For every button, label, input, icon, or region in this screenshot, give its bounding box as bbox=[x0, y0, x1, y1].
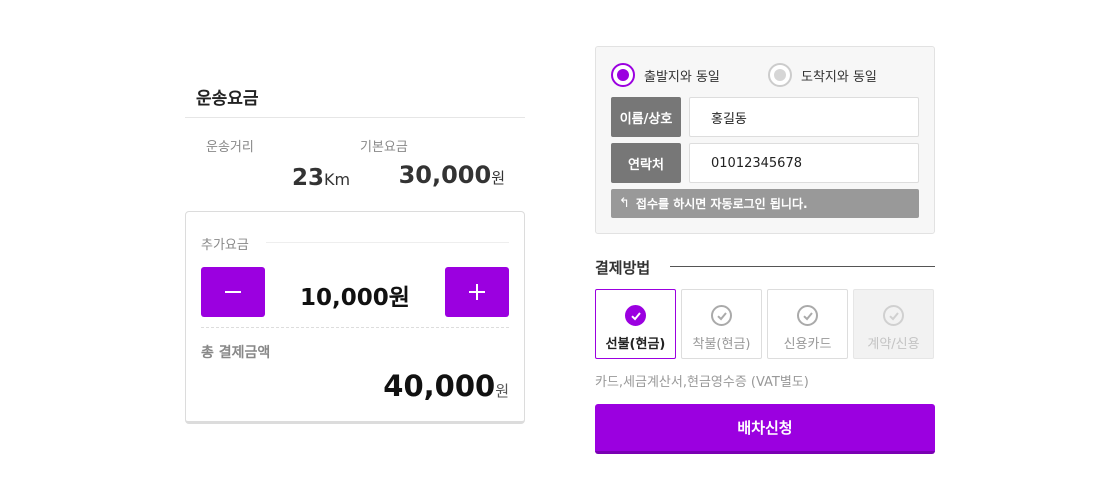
phone-input[interactable] bbox=[689, 143, 919, 183]
name-field-row: 이름/상호 bbox=[611, 97, 919, 137]
distance-value: 23Km bbox=[292, 165, 351, 191]
radio-same-destination[interactable]: 도착지와 동일 bbox=[768, 63, 877, 87]
total-label: 총 결제금액 bbox=[201, 345, 271, 361]
phone-label: 연락처 bbox=[611, 143, 681, 183]
radio-button-icon bbox=[611, 63, 635, 87]
notice-text: 접수를 하시면 자동로그인 됩니다. bbox=[635, 197, 808, 211]
radio-label: 도착지와 동일 bbox=[801, 69, 877, 85]
base-fare-value: 30,000원 bbox=[398, 161, 505, 189]
payment-option-label: 계약/신용 bbox=[867, 337, 920, 352]
fare-values: 23Km 30,000원 bbox=[185, 155, 525, 201]
dispatch-request-button[interactable]: 배차신청 bbox=[595, 404, 935, 454]
payment-options: 선불(현금) 착불(현금) 신용카드 계약/신용 bbox=[595, 289, 934, 359]
payment-option-label: 신용카드 bbox=[783, 337, 832, 352]
phone-field-row: 연락처 bbox=[611, 143, 919, 183]
check-circle-icon bbox=[797, 305, 818, 326]
fare-header: 운송거리 기본요금 bbox=[185, 118, 525, 155]
base-fare-unit: 원 bbox=[491, 169, 505, 187]
arrow-up-icon: ↰ bbox=[619, 196, 630, 211]
extra-fare-label: 추가요금 bbox=[201, 238, 249, 253]
receiver-box: 출발지와 동일 도착지와 동일 이름/상호 연락처 ↰ 접수를 하시면 자동로그… bbox=[595, 46, 935, 234]
distance-unit: Km bbox=[324, 170, 351, 189]
total-unit: 원 bbox=[495, 382, 509, 400]
fare-title: 운송요금 bbox=[185, 76, 525, 118]
payment-option-contract: 계약/신용 bbox=[853, 289, 934, 359]
base-fare-label: 기본요금 bbox=[360, 140, 408, 155]
plus-icon bbox=[469, 284, 485, 300]
payment-option-label: 선불(현금) bbox=[605, 337, 666, 352]
increase-button[interactable] bbox=[445, 267, 509, 317]
divider bbox=[201, 327, 509, 328]
autologin-notice: ↰ 접수를 하시면 자동로그인 됩니다. bbox=[611, 189, 919, 218]
total-value: 40,000원 bbox=[383, 369, 509, 403]
divider bbox=[670, 266, 935, 267]
payment-option-card[interactable]: 신용카드 bbox=[767, 289, 848, 359]
divider bbox=[266, 242, 509, 243]
fare-panel: 운송요금 운송거리 기본요금 23Km 30,000원 bbox=[185, 76, 525, 201]
radio-label: 출발지와 동일 bbox=[644, 69, 720, 85]
extra-fare-card: 추가요금 10,000원 총 결제금액 40,000원 bbox=[185, 211, 525, 424]
name-input[interactable] bbox=[689, 97, 919, 137]
check-circle-icon bbox=[883, 305, 904, 326]
payment-option-label: 착불(현금) bbox=[692, 337, 751, 352]
radio-button-icon bbox=[768, 63, 792, 87]
name-label: 이름/상호 bbox=[611, 97, 681, 137]
check-circle-icon bbox=[625, 305, 646, 326]
payment-option-cod[interactable]: 착불(현금) bbox=[681, 289, 762, 359]
payment-title: 결제방법 bbox=[595, 259, 651, 277]
radio-same-origin[interactable]: 출발지와 동일 bbox=[611, 63, 720, 87]
payment-option-prepaid[interactable]: 선불(현금) bbox=[595, 289, 676, 359]
payment-note: 카드,세금계산서,현금영수증 (VAT별도) bbox=[595, 375, 809, 390]
distance-label: 운송거리 bbox=[206, 140, 254, 155]
check-circle-icon bbox=[711, 305, 732, 326]
